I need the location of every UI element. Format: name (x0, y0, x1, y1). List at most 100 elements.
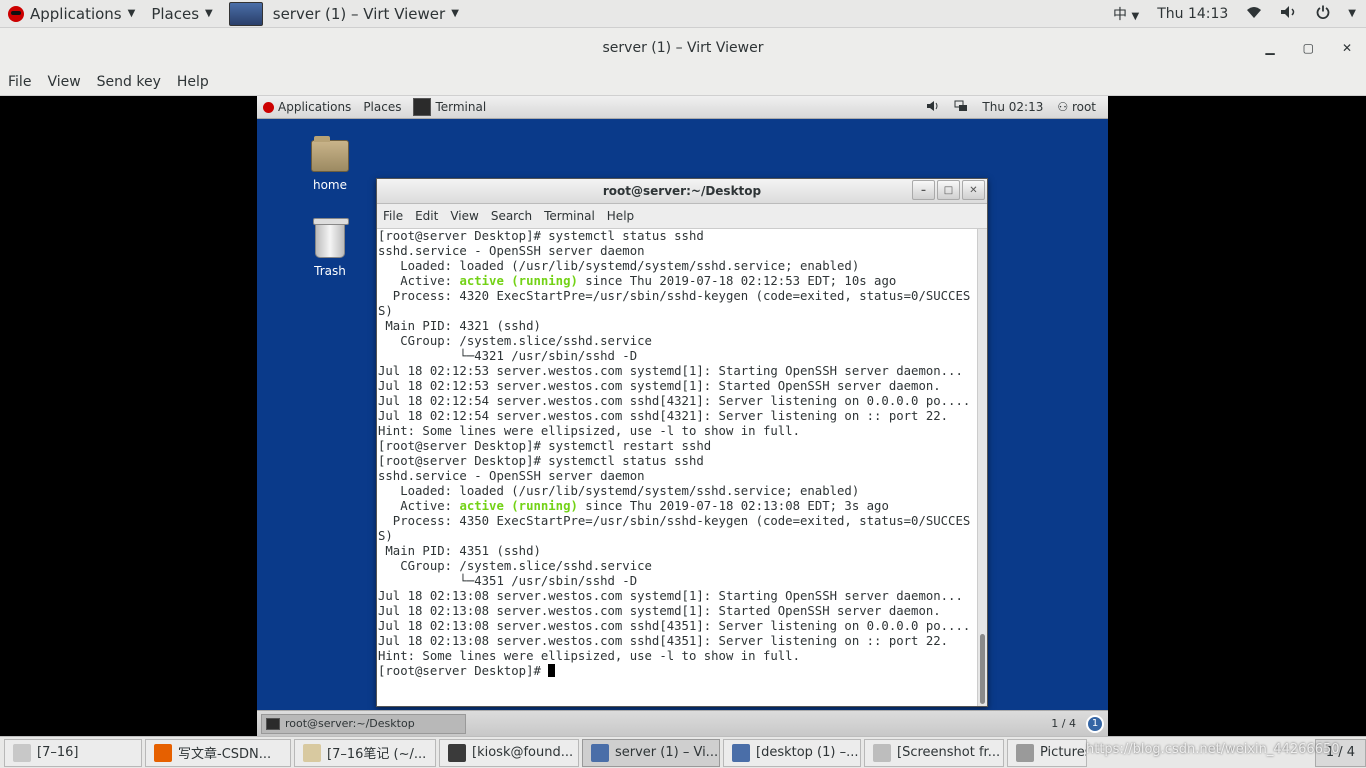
input-method-indicator[interactable]: 中 ▼ (1113, 4, 1139, 24)
terminal-line: [root@server Desktop]# systemctl status … (378, 454, 704, 468)
taskbar-item[interactable]: [Screenshot fr... (864, 738, 1004, 767)
active-window-menu[interactable]: server (1) – Virt Viewer ▼ (221, 0, 467, 28)
workspace-indicator[interactable]: 1 (1086, 714, 1104, 733)
terminal-menu-help[interactable]: Help (601, 209, 640, 223)
terminal-menu-search[interactable]: Search (485, 209, 538, 223)
maximize-button[interactable]: □ (937, 180, 960, 200)
maximize-button[interactable]: ▢ (1303, 41, 1314, 55)
app-icon (873, 743, 891, 762)
app-icon (1016, 743, 1034, 762)
places-menu[interactable]: Places ▼ (143, 0, 220, 28)
terminal-menu-view[interactable]: View (444, 209, 484, 223)
menu-help[interactable]: Help (169, 74, 217, 90)
taskbar-item[interactable]: Pictures (1007, 738, 1087, 767)
guest-task-terminal[interactable]: root@server:~/Desktop (261, 713, 466, 734)
terminal-line: Jul 18 02:12:54 server.westos.com sshd[4… (378, 409, 949, 423)
virt-viewer-titlebar[interactable]: server (1) – Virt Viewer ▁ ▢ ✕ (0, 28, 1366, 68)
terminal-line: Active: active (running) since Thu 2019-… (378, 274, 979, 289)
taskbar-item-label: [7–16笔记 (~/... (327, 747, 427, 762)
watermark-text: https://blog.csdn.net/weixin_44266650 (1086, 742, 1340, 757)
app-icon (448, 743, 466, 762)
taskbar-item[interactable]: [7–16笔记 (~/... (294, 738, 436, 767)
volume-icon[interactable] (926, 100, 940, 115)
guest-clock[interactable]: Thu 02:13 (982, 100, 1043, 114)
taskbar-item-label: server (1) – Vi... (615, 745, 719, 760)
minimize-button[interactable]: – (912, 180, 935, 200)
taskbar-item[interactable]: [kiosk@found... (439, 738, 579, 767)
desktop-home-icon[interactable]: home (300, 136, 360, 192)
network-icon[interactable] (954, 100, 968, 115)
guest-task-label: root@server:~/Desktop (285, 717, 415, 730)
terminal-line: └─4351 /usr/sbin/sshd -D (378, 574, 638, 588)
terminal-line: Jul 18 02:13:08 server.westos.com sshd[4… (378, 634, 949, 648)
terminal-line: [root@server Desktop]# systemctl status … (378, 229, 704, 243)
applications-menu[interactable]: Applications ▼ (0, 0, 143, 28)
taskbar-item-label: [desktop (1) –... (756, 745, 859, 760)
terminal-line: Loaded: loaded (/usr/lib/systemd/system/… (378, 259, 860, 273)
taskbar-item-label: [Screenshot fr... (897, 745, 1001, 760)
terminal-titlebar[interactable]: root@server:~/Desktop – □ ✕ (377, 179, 987, 204)
guest-places-menu[interactable]: Places (357, 96, 407, 119)
chevron-down-icon: ▼ (451, 8, 459, 19)
chevron-down-icon: ▼ (205, 8, 213, 19)
menu-view[interactable]: View (39, 74, 88, 90)
terminal-prompt: [root@server Desktop]# (378, 664, 549, 678)
terminal-menu-terminal[interactable]: Terminal (538, 209, 601, 223)
terminal-line: Jul 18 02:12:53 server.westos.com system… (378, 379, 941, 393)
taskbar-item[interactable]: [7–16] (4, 738, 142, 767)
taskbar-item-label: [kiosk@found... (472, 745, 574, 760)
terminal-window[interactable]: root@server:~/Desktop – □ ✕ File Edit Vi… (376, 178, 988, 707)
volume-icon[interactable] (1280, 5, 1298, 23)
terminal-line: Main PID: 4321 (sshd) (378, 319, 541, 333)
chevron-down-icon: ▼ (1131, 10, 1140, 22)
chevron-down-icon[interactable]: ▼ (1348, 8, 1356, 19)
guest-desktop[interactable]: Applications Places Terminal Thu 02:13 ⚇… (257, 96, 1108, 736)
desktop-trash-icon[interactable]: Trash (300, 218, 360, 278)
trash-label: Trash (314, 264, 346, 278)
terminal-line: sshd.service - OpenSSH server daemon (378, 469, 645, 483)
power-icon[interactable] (1316, 5, 1330, 23)
terminal-icon (266, 717, 280, 730)
applications-label: Applications (30, 4, 122, 23)
terminal-text: Active: (378, 499, 460, 513)
close-button[interactable]: ✕ (962, 180, 985, 200)
guest-user-menu[interactable]: ⚇ root (1057, 100, 1096, 114)
terminal-prompt-line[interactable]: [root@server Desktop]# (378, 664, 979, 679)
guest-workspace-pager[interactable]: 1 / 4 (1051, 717, 1076, 730)
wifi-icon[interactable] (1246, 5, 1262, 23)
terminal-scrollbar[interactable] (977, 229, 987, 706)
terminal-line: Hint: Some lines were ellipsized, use -l… (378, 649, 800, 663)
terminal-line: Active: active (running) since Thu 2019-… (378, 499, 979, 514)
terminal-menu-file[interactable]: File (377, 209, 409, 223)
minimize-button[interactable]: ▁ (1265, 41, 1274, 55)
terminal-output[interactable]: [root@server Desktop]# systemctl status … (377, 229, 979, 706)
user-icon: ⚇ (1057, 100, 1072, 114)
taskbar-item[interactable]: 写文章-CSDN... (145, 738, 291, 767)
folder-icon (311, 136, 349, 172)
cursor (548, 664, 556, 677)
scrollbar-thumb[interactable] (980, 634, 985, 704)
terminal-line: Main PID: 4351 (sshd) (378, 544, 541, 558)
terminal-line: S) (378, 529, 393, 543)
menu-file[interactable]: File (0, 74, 39, 90)
menu-send-key[interactable]: Send key (89, 74, 169, 90)
terminal-line: sshd.service - OpenSSH server daemon (378, 244, 645, 258)
app-icon (13, 743, 31, 762)
guest-user-label: root (1071, 100, 1096, 114)
taskbar-item[interactable]: [desktop (1) –... (723, 738, 861, 767)
guest-top-panel: Applications Places Terminal Thu 02:13 ⚇… (257, 96, 1108, 119)
clock[interactable]: Thu 14:13 (1157, 6, 1228, 22)
terminal-line: Jul 18 02:13:08 server.westos.com sshd[4… (378, 619, 971, 633)
guest-terminal-launcher[interactable]: Terminal (407, 96, 492, 119)
guest-applications-menu[interactable]: Applications (257, 96, 357, 119)
app-icon (591, 743, 609, 762)
taskbar-item-label: Pictures (1040, 745, 1087, 760)
terminal-text: Active: (378, 274, 460, 288)
taskbar-item-label: [7–16] (37, 745, 79, 760)
taskbar-item[interactable]: server (1) – Vi... (582, 738, 720, 767)
close-button[interactable]: ✕ (1342, 41, 1352, 55)
app-icon (154, 743, 172, 762)
terminal-line: CGroup: /system.slice/sshd.service (378, 559, 652, 573)
terminal-menu-edit[interactable]: Edit (409, 209, 444, 223)
terminal-line: Jul 18 02:12:54 server.westos.com sshd[4… (378, 394, 971, 408)
